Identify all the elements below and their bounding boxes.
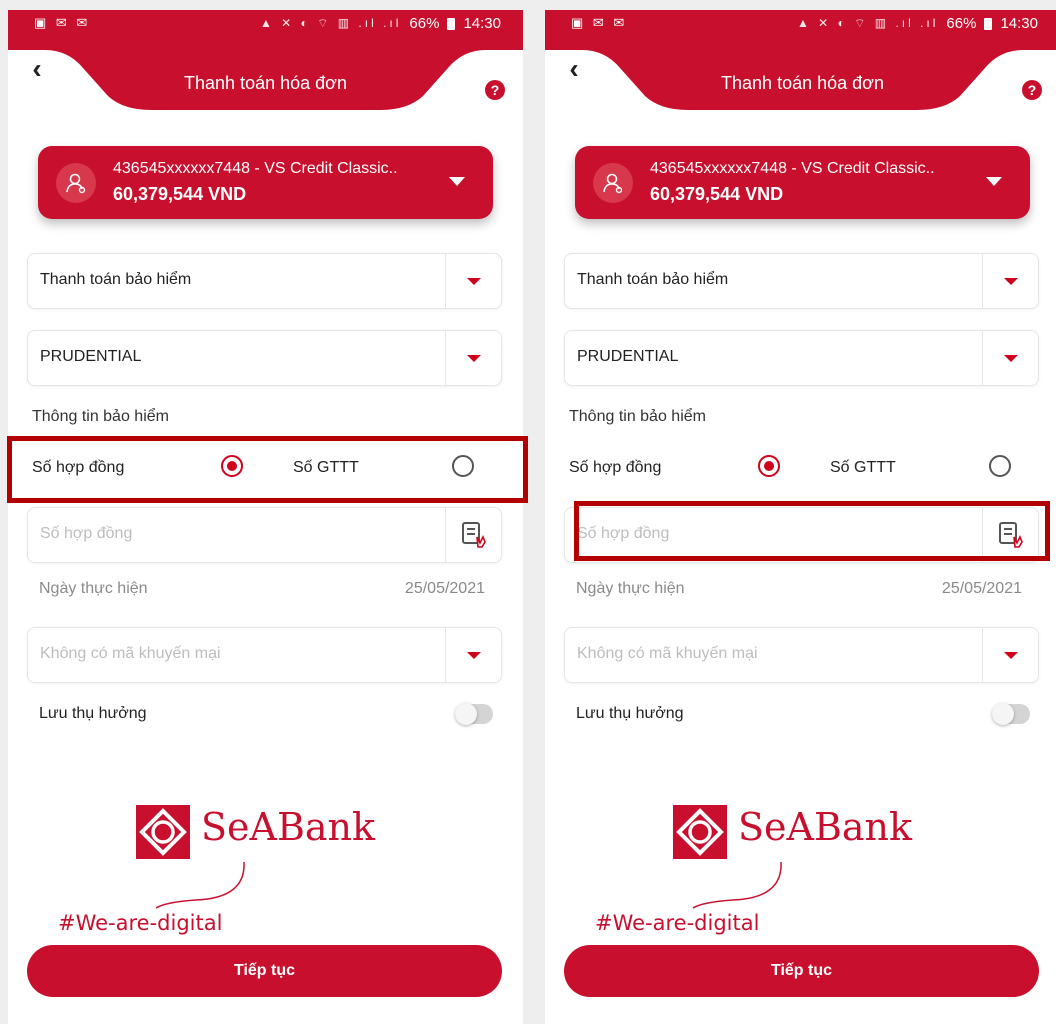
radio-label-contract: Số hợp đồng [569,459,662,476]
toggle-knob [455,703,477,725]
battery-level: 66% [946,15,977,32]
divider [445,254,446,308]
account-name: 436545xxxxxx7448 - VS Credit Classic.. [650,160,935,177]
continue-button[interactable]: Tiếp tục [27,945,502,997]
radio-id-number[interactable] [989,455,1011,477]
account-name: 436545xxxxxx7448 - VS Credit Classic.. [113,160,398,177]
battery-level: 66% [409,15,440,32]
service-type-select[interactable]: Thanh toán bảo hiểm [27,253,502,309]
seabank-logo-icon [136,805,190,859]
provider-select[interactable]: PRUDENTIAL [564,330,1039,386]
notification-icons: ▣ ✉ ✉ [34,15,91,30]
caret-down-icon [467,652,481,659]
battery-icon [984,17,993,30]
seabank-logo: SeABank #We-are-digital [595,805,943,945]
user-card-icon [593,163,633,203]
back-button[interactable]: ‹ [559,53,589,84]
date-label: Ngày thực hiện [576,580,685,597]
account-balance: 60,379,544 VND [650,184,784,204]
promo-placeholder: Không có mã khuyến mại [40,645,221,662]
highlight-radio-row [7,436,528,503]
user-card-icon [56,163,96,203]
caret-down-icon [467,278,481,285]
divider [445,628,446,682]
save-beneficiary-toggle[interactable] [992,703,1030,725]
logo-text: SeABank [738,805,913,849]
contract-number-placeholder: Số hợp đồng [40,525,133,542]
account-balance: 60,379,544 VND [113,184,247,204]
service-type-select[interactable]: Thanh toán bảo hiểm [564,253,1039,309]
logo-text: SeABank [201,805,376,849]
slogan: #We-are-digital [595,911,760,935]
divider [445,331,446,385]
continue-button[interactable]: Tiếp tục [564,945,1039,997]
caret-down-icon [467,355,481,362]
page-title: Thanh toán hóa đơn [721,73,884,93]
page-title: Thanh toán hóa đơn [184,73,347,93]
header: Thanh toán hóa đơn [8,38,523,118]
provider-select[interactable]: PRUDENTIAL [27,330,502,386]
highlight-contract-input [574,501,1050,561]
header: Thanh toán hóa đơn [545,38,1056,118]
promo-placeholder: Không có mã khuyến mại [577,645,758,662]
divider [982,331,983,385]
caret-down-icon [986,177,1002,186]
chevron-left-icon: ‹ [569,53,579,84]
section-label: Thông tin bảo hiểm [32,408,169,425]
lookup-type-radio-group: Số hợp đồng Số GTTT [545,453,1056,493]
contact-book-icon[interactable] [461,521,487,549]
divider [982,628,983,682]
service-type-value: Thanh toán bảo hiểm [40,271,192,288]
status-icons: ▲ ✕ ◐ ⌔ ▥ .ıl .ıl [259,16,402,30]
caret-down-icon [1004,278,1018,285]
divider [982,254,983,308]
status-bar: ▣ ✉ ✉ ▲ ✕ ◐ ⌔ ▥ .ıl .ıl 66% 14:30 [8,10,523,38]
slogan: #We-are-digital [58,911,223,935]
help-icon[interactable]: ? [485,80,505,100]
status-bar: ▣ ✉ ✉ ▲ ✕ ◐ ⌔ ▥ .ıl .ıl 66% 14:30 [545,10,1056,38]
save-beneficiary-label: Lưu thụ hưởng [576,705,684,722]
promo-select[interactable]: Không có mã khuyến mại [27,627,502,683]
phone-screen-left: ▣ ✉ ✉ ▲ ✕ ◐ ⌔ ▥ .ıl .ıl 66% 14:30 Thanh … [8,10,523,1024]
battery-icon [447,17,456,30]
provider-value: PRUDENTIAL [40,348,142,365]
caret-down-icon [1004,652,1018,659]
toggle-knob [992,703,1014,725]
clock: 14:30 [1000,15,1038,32]
save-beneficiary-label: Lưu thụ hưởng [39,705,147,722]
account-selector[interactable]: 436545xxxxxx7448 - VS Credit Classic.. 6… [38,146,493,219]
divider [445,508,446,562]
help-icon[interactable]: ? [1022,80,1042,100]
seabank-logo: SeABank #We-are-digital [58,805,406,945]
status-icons: ▲ ✕ ◐ ⌔ ▥ .ıl .ıl [796,16,939,30]
caret-down-icon [1004,355,1018,362]
contract-number-input[interactable]: Số hợp đồng [27,507,502,563]
radio-label-id: Số GTTT [830,459,896,476]
back-button[interactable]: ‹ [22,53,52,84]
radio-contract-number[interactable] [758,455,780,477]
seabank-logo-icon [673,805,727,859]
caret-down-icon [449,177,465,186]
date-value: 25/05/2021 [404,580,485,597]
notification-icons: ▣ ✉ ✉ [571,15,628,30]
save-beneficiary-toggle[interactable] [455,703,493,725]
service-type-value: Thanh toán bảo hiểm [577,271,729,288]
date-value: 25/05/2021 [941,580,1022,597]
clock: 14:30 [463,15,501,32]
promo-select[interactable]: Không có mã khuyến mại [564,627,1039,683]
provider-value: PRUDENTIAL [577,348,679,365]
chevron-left-icon: ‹ [32,53,42,84]
account-selector[interactable]: 436545xxxxxx7448 - VS Credit Classic.. 6… [575,146,1030,219]
section-label: Thông tin bảo hiểm [569,408,706,425]
date-label: Ngày thực hiện [39,580,148,597]
